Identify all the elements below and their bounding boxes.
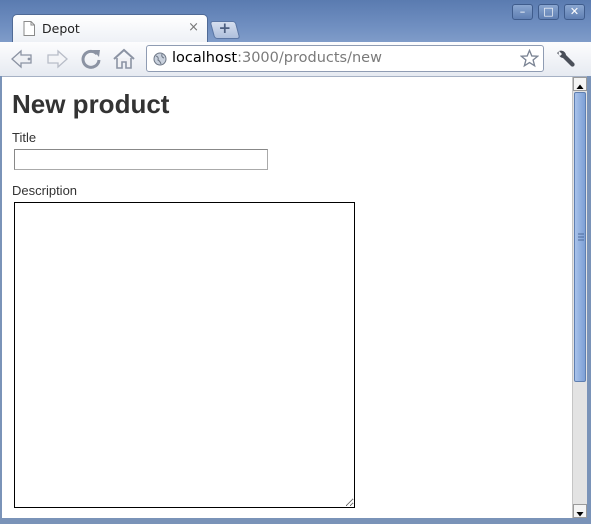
scrollbar-thumb[interactable] [574, 92, 586, 382]
reload-icon[interactable] [78, 46, 104, 72]
maximize-button[interactable]: □ [538, 4, 559, 20]
description-label: Description [12, 183, 78, 198]
tab-close-icon[interactable]: × [188, 20, 199, 35]
page-icon [23, 21, 35, 36]
tab-title: Depot [42, 21, 80, 36]
scroll-down-button[interactable] [573, 504, 587, 518]
wrench-icon[interactable] [554, 48, 576, 70]
home-icon[interactable] [111, 46, 137, 72]
globe-icon [153, 52, 167, 66]
window-frame-right [587, 76, 591, 520]
back-arrow-icon[interactable] [9, 46, 35, 72]
minimize-button[interactable]: – [512, 4, 533, 20]
address-bar[interactable]: localhost:3000/products/new [146, 45, 544, 72]
vertical-scrollbar[interactable] [572, 77, 587, 518]
page-content: New product Title Description [2, 77, 572, 518]
browser-toolbar: localhost:3000/products/new [0, 42, 591, 77]
grip-icon [578, 233, 584, 241]
page-title: New product [12, 89, 170, 119]
url-text[interactable]: localhost:3000/products/new [172, 50, 382, 66]
title-bar: Depot × + – □ ✕ [0, 0, 591, 42]
bookmark-star-icon[interactable] [520, 49, 539, 68]
plus-icon: + [218, 19, 232, 37]
browser-tab[interactable]: Depot × [12, 14, 208, 42]
arrow-down-icon [576, 512, 584, 517]
description-textarea[interactable] [14, 202, 355, 508]
title-label: Title [12, 130, 37, 145]
close-window-button[interactable]: ✕ [564, 4, 585, 20]
new-tab-button[interactable]: + [209, 19, 241, 39]
forward-arrow-icon[interactable] [44, 46, 70, 72]
url-path: :3000/products/new [237, 50, 382, 66]
url-host: localhost [172, 50, 238, 66]
scroll-up-button[interactable] [573, 77, 587, 91]
title-input[interactable] [14, 149, 268, 170]
